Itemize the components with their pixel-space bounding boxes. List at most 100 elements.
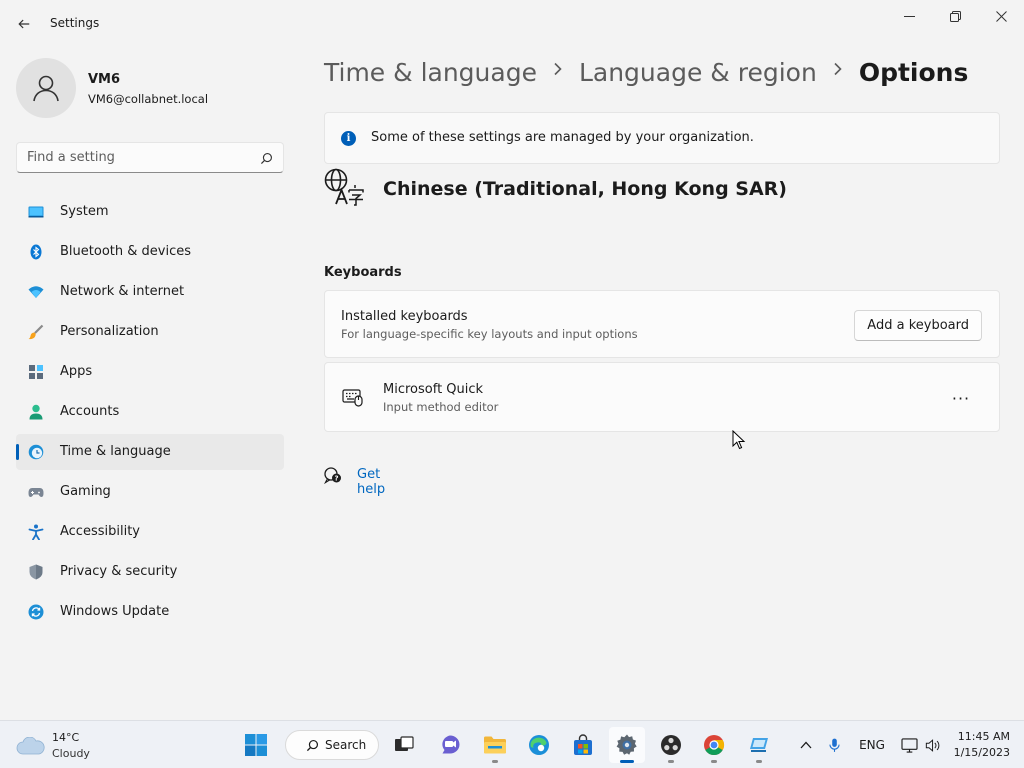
search-input[interactable]: Find a setting <box>16 142 284 173</box>
show-hidden-icons-button[interactable] <box>796 735 816 755</box>
running-indicator <box>492 760 498 763</box>
edge-icon <box>529 735 549 755</box>
keyboard-item[interactable]: Microsoft Quick Input method editor ··· <box>324 362 1000 432</box>
apps-icon <box>28 364 44 380</box>
sidebar-item-label: Network & internet <box>60 284 185 299</box>
breadcrumb: Time & language Language & region Option… <box>324 58 968 87</box>
sidebar-item-label: Apps <box>60 364 93 379</box>
sidebar-item-label: Privacy & security <box>60 564 178 579</box>
clock-time: 11:45 AM <box>957 730 1010 743</box>
file-explorer-button[interactable] <box>477 727 513 763</box>
add-keyboard-button[interactable]: Add a keyboard <box>854 310 982 341</box>
system-icon <box>28 204 44 220</box>
sidebar-item-accounts[interactable]: Accounts <box>16 394 284 430</box>
microphone-icon <box>828 738 840 752</box>
task-view-button[interactable] <box>386 727 422 763</box>
accessibility-icon <box>28 524 44 540</box>
sidebar-item-accessibility[interactable]: Accessibility <box>16 514 284 550</box>
keyboard-icon <box>342 387 364 407</box>
brush-icon <box>28 324 44 340</box>
running-indicator <box>711 760 717 763</box>
microphone-button[interactable] <box>825 735 843 755</box>
avatar[interactable] <box>16 58 76 118</box>
volume-icon <box>925 738 940 752</box>
obs-button[interactable] <box>653 727 689 763</box>
store-icon <box>574 734 592 755</box>
sidebar-item-label: Windows Update <box>60 604 170 619</box>
more-options-button[interactable]: ··· <box>947 387 975 409</box>
search-icon <box>306 739 319 751</box>
keyboard-item-title: Microsoft Quick <box>383 382 484 397</box>
installed-keyboards-subtitle: For language-specific key layouts and in… <box>341 327 638 341</box>
network-tray-button[interactable] <box>899 735 919 755</box>
page-title: Options <box>858 58 969 87</box>
running-indicator <box>668 760 674 763</box>
app-title: Settings <box>50 16 100 30</box>
sidebar-item-privacy[interactable]: Privacy & security <box>16 554 284 590</box>
teams-chat-button[interactable] <box>432 727 468 763</box>
sidebar-item-bluetooth[interactable]: Bluetooth & devices <box>16 234 284 270</box>
search-placeholder: Find a setting <box>27 150 115 165</box>
sidebar-item-label: System <box>60 204 109 219</box>
task-view-icon <box>395 736 414 751</box>
keyboards-section-title: Keyboards <box>324 265 402 280</box>
active-indicator <box>620 760 634 763</box>
cloud-icon <box>16 736 46 755</box>
sidebar-item-system[interactable]: System <box>16 194 284 230</box>
wifi-icon <box>28 284 44 300</box>
sidebar-item-personalization[interactable]: Personalization <box>16 314 284 350</box>
windows-logo-icon <box>245 734 267 756</box>
restore-button[interactable] <box>932 0 978 32</box>
sidebar-item-label: Time & language <box>60 444 171 459</box>
network-icon <box>900 737 918 753</box>
update-icon <box>28 604 44 620</box>
sidebar-item-apps[interactable]: Apps <box>16 354 284 390</box>
chevron-right-icon <box>553 60 563 81</box>
weather-temp: 14°C <box>52 731 80 744</box>
sidebar-item-windows-update[interactable]: Windows Update <box>16 594 284 630</box>
sidebar-item-label: Personalization <box>60 324 159 339</box>
remote-desktop-button[interactable] <box>741 727 777 763</box>
accounts-icon <box>28 404 44 420</box>
close-button[interactable] <box>978 0 1024 32</box>
edge-button[interactable] <box>521 727 557 763</box>
volume-tray-button[interactable] <box>923 735 943 755</box>
running-indicator <box>756 760 762 763</box>
settings-taskbar-button[interactable] <box>609 727 645 763</box>
user-icon <box>33 75 59 102</box>
breadcrumb-time-language[interactable]: Time & language <box>324 58 537 87</box>
sidebar-item-time-language[interactable]: Time & language <box>16 434 284 470</box>
bluetooth-icon <box>28 244 44 260</box>
sidebar-item-label: Bluetooth & devices <box>60 244 191 259</box>
chevron-right-icon <box>833 60 843 81</box>
minimize-button[interactable] <box>886 0 932 32</box>
folder-icon <box>484 736 506 754</box>
chevron-up-icon <box>800 741 812 749</box>
language-name: Chinese (Traditional, Hong Kong SAR) <box>383 178 787 200</box>
taskbar-search-label: Search <box>325 738 367 752</box>
keyboard-item-subtitle: Input method editor <box>383 400 499 414</box>
info-text: Some of these settings are managed by yo… <box>371 130 754 145</box>
gamepad-icon <box>28 484 44 500</box>
remote-desktop-icon <box>750 738 768 752</box>
start-button[interactable] <box>238 727 274 763</box>
language-icon <box>324 168 366 208</box>
user-name: VM6 <box>88 72 121 87</box>
managed-info-bar: i Some of these settings are managed by … <box>324 112 1000 164</box>
chrome-icon <box>704 735 725 756</box>
chrome-button[interactable] <box>696 727 732 763</box>
svg-text:?: ? <box>334 475 338 483</box>
sidebar-item-network[interactable]: Network & internet <box>16 274 284 310</box>
breadcrumb-language-region[interactable]: Language & region <box>579 58 817 87</box>
weather-condition: Cloudy <box>52 747 90 760</box>
back-arrow-icon[interactable] <box>14 14 34 34</box>
shield-icon <box>28 564 44 580</box>
store-button[interactable] <box>565 727 601 763</box>
title-bar: Settings <box>0 0 1024 48</box>
taskbar-search-button[interactable]: Search <box>285 730 379 760</box>
input-language-indicator[interactable]: ENG <box>856 735 888 755</box>
get-help-label[interactable]: Get help <box>357 467 385 497</box>
sidebar-item-gaming[interactable]: Gaming <box>16 474 284 510</box>
taskbar-clock[interactable]: 11:45 AM 1/15/2023 <box>948 729 1010 761</box>
user-email: VM6@collabnet.local <box>88 92 209 106</box>
